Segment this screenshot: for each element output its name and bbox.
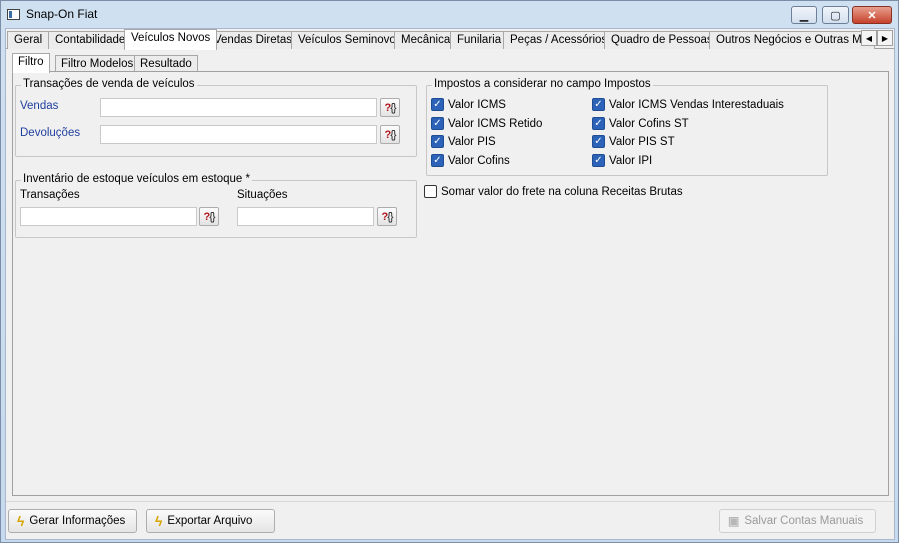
inventario-transacoes-input[interactable] (20, 207, 197, 226)
checkbox-checked-icon[interactable]: ✓ (592, 98, 605, 111)
chk-valor-icms[interactable]: ✓ Valor ICMS (431, 98, 506, 111)
close-button[interactable]: ✕ (852, 6, 892, 24)
inventario-transacoes-label: Transações (20, 189, 80, 201)
save-icon: ▣ (728, 514, 740, 528)
chk-valor-icms-interestaduais[interactable]: ✓ Valor ICMS Vendas Interestaduais (592, 98, 784, 111)
tab-veiculos-seminovos[interactable]: Veículos Seminovos (291, 31, 409, 49)
chk-label: Valor PIS ST (609, 135, 675, 148)
tab-geral[interactable]: Geral (7, 31, 50, 49)
main-tab-strip: Geral Contabilidade Veículos Novos Venda… (6, 29, 894, 50)
window-title: Snap-On Fiat (26, 7, 98, 21)
devolucoes-lookup-icon[interactable]: ?{} (380, 125, 400, 144)
situacoes-input[interactable] (237, 207, 374, 226)
chk-valor-cofins[interactable]: ✓ Valor Cofins (431, 154, 510, 167)
checkbox-checked-icon[interactable]: ✓ (431, 98, 444, 111)
tab-scroll-left-icon[interactable]: ◀ (861, 30, 877, 46)
gerar-informacoes-label: Gerar Informações (29, 515, 126, 527)
checkbox-checked-icon[interactable]: ✓ (592, 135, 605, 148)
transacoes-group-title: Transações de venda de veículos (21, 78, 197, 90)
vendas-input[interactable] (100, 98, 377, 117)
lightning-icon: ϟ (155, 513, 163, 529)
transacoes-group: Transações de venda de veículos Vendas ?… (15, 78, 417, 157)
chk-label: Valor ICMS Retido (448, 117, 543, 130)
exportar-arquivo-label: Exportar Arquivo (167, 515, 253, 527)
filtro-panel: Transações de venda de veículos Vendas ?… (12, 71, 889, 496)
client-area: Geral Contabilidade Veículos Novos Venda… (5, 28, 895, 540)
checkbox-checked-icon[interactable]: ✓ (431, 135, 444, 148)
tab-scroll-arrows: ◀ ▶ (861, 30, 893, 46)
chk-valor-icms-retido[interactable]: ✓ Valor ICMS Retido (431, 117, 542, 130)
chk-somar-frete[interactable]: Somar valor do frete na coluna Receitas … (424, 185, 683, 198)
impostos-group: Impostos a considerar no campo Impostos … (426, 78, 828, 176)
subtab-filtro-modelos[interactable]: Filtro Modelos (55, 55, 140, 72)
veiculos-novos-panel: Filtro Filtro Modelos Resultado Transaçõ… (7, 50, 893, 500)
salvar-contas-manuais-label: Salvar Contas Manuais (744, 515, 864, 527)
exportar-arquivo-button[interactable]: ϟ Exportar Arquivo (146, 509, 275, 533)
chk-valor-pis[interactable]: ✓ Valor PIS (431, 135, 496, 148)
devolucoes-input[interactable] (100, 125, 377, 144)
inventario-transacoes-lookup-icon[interactable]: ?{} (199, 207, 219, 226)
tab-contabilidade[interactable]: Contabilidade (48, 31, 133, 49)
tab-vendas-diretas[interactable]: Vendas Diretas (207, 31, 299, 49)
chk-label: Valor ICMS (448, 98, 506, 111)
checkbox-checked-icon[interactable]: ✓ (592, 154, 605, 167)
inventario-group: Inventário de estoque veículos em estoqu… (15, 173, 417, 238)
tab-funilaria[interactable]: Funilaria (450, 31, 509, 49)
app-window: Snap-On Fiat ▁ ▢ ✕ Geral Contabilidade V… (0, 0, 899, 543)
chk-label: Valor Cofins (448, 154, 510, 167)
tab-mecanica[interactable]: Mecânica (394, 31, 458, 49)
devolucoes-label: Devoluções (20, 127, 81, 139)
situacoes-lookup-icon[interactable]: ?{} (377, 207, 397, 226)
tab-scroll-right-icon[interactable]: ▶ (877, 30, 893, 46)
maximize-button[interactable]: ▢ (822, 6, 849, 24)
chk-valor-ipi[interactable]: ✓ Valor IPI (592, 154, 652, 167)
minimize-button[interactable]: ▁ (791, 6, 817, 24)
gerar-informacoes-button[interactable]: ϟ Gerar Informações (8, 509, 137, 533)
checkbox-checked-icon[interactable]: ✓ (592, 117, 605, 130)
title-bar: Snap-On Fiat ▁ ▢ ✕ (1, 1, 898, 28)
chk-valor-cofins-st[interactable]: ✓ Valor Cofins ST (592, 117, 689, 130)
salvar-contas-manuais-button[interactable]: ▣ Salvar Contas Manuais (719, 509, 876, 533)
inventario-group-title: Inventário de estoque veículos em estoqu… (21, 173, 252, 185)
tab-pecas-acessorios[interactable]: Peças / Acessórios (503, 31, 615, 49)
checkbox-checked-icon[interactable]: ✓ (431, 117, 444, 130)
impostos-group-title: Impostos a considerar no campo Impostos (432, 78, 653, 90)
sub-tab-strip: Filtro Filtro Modelos Resultado (12, 52, 888, 73)
situacoes-label: Situações (237, 189, 288, 201)
tab-outros-negocios[interactable]: Outros Negócios e Outras Mar (709, 31, 875, 49)
chk-somar-frete-label: Somar valor do frete na coluna Receitas … (441, 185, 683, 198)
chk-label: Valor PIS (448, 135, 496, 148)
chk-label: Valor ICMS Vendas Interestaduais (609, 98, 784, 111)
vendas-label: Vendas (20, 100, 59, 112)
bottom-toolbar: ϟ Gerar Informações ϟ Exportar Arquivo ▣… (6, 501, 894, 539)
tab-veiculos-novos[interactable]: Veículos Novos (124, 29, 218, 50)
chk-label: Valor IPI (609, 154, 653, 167)
tab-quadro-pessoas[interactable]: Quadro de Pessoas (604, 31, 720, 49)
chk-valor-pis-st[interactable]: ✓ Valor PIS ST (592, 135, 675, 148)
checkbox-unchecked-icon[interactable] (424, 185, 437, 198)
subtab-resultado[interactable]: Resultado (134, 55, 198, 72)
app-icon (7, 9, 20, 20)
chk-label: Valor Cofins ST (609, 117, 689, 130)
vendas-lookup-icon[interactable]: ?{} (380, 98, 400, 117)
checkbox-checked-icon[interactable]: ✓ (431, 154, 444, 167)
lightning-icon: ϟ (17, 513, 25, 529)
subtab-filtro[interactable]: Filtro (12, 53, 50, 73)
